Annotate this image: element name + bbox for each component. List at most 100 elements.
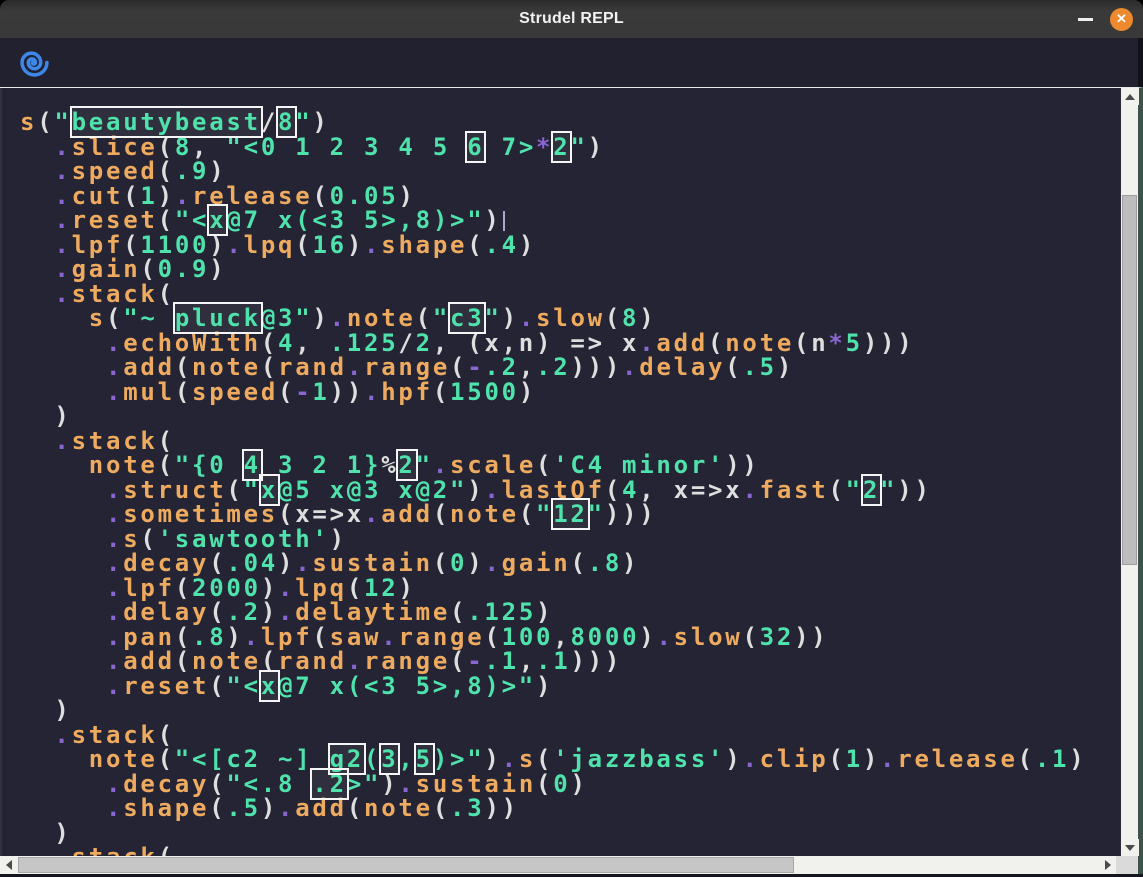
code-token: ( [433,794,450,822]
code-token: " [588,500,605,528]
code-token: ) [519,231,536,259]
code-token: ( [261,647,278,675]
code-token: )) [794,623,828,651]
active-token-highlight: x [261,672,278,700]
minimize-button[interactable] [1078,18,1093,21]
code-line: .reset("<x@7 x(<3 5>,8)>") [20,208,1120,233]
code-token: @7 x(<3 5>,8)>" [278,672,536,700]
code-token: ( [433,500,450,528]
code-token: ( [828,476,845,504]
scroll-down-button[interactable] [1121,839,1139,856]
horizontal-scrollbar-track[interactable] [17,856,1099,874]
code-token: 1500 [450,378,519,406]
scroll-up-button[interactable] [1121,88,1139,105]
code-token: n [811,329,828,357]
code-token: .8 [588,549,622,577]
code-token: gain [502,549,571,577]
code-token: ( [295,231,312,259]
code-token: lpq [244,231,296,259]
close-button[interactable]: ✕ [1110,8,1133,31]
code-token: ( [175,378,192,406]
code-line: .pan(.8).lpf(saw.range(100,8000).slow(32… [20,625,1120,650]
strudel-spiral-logo-icon[interactable] [20,48,49,77]
code-token: .5 [742,353,776,381]
code-line: .stack( [20,429,1120,454]
code-token: " [536,500,553,528]
code-token: * [828,329,845,357]
code-line: .shape(.5).add(note(.3)) [20,796,1120,821]
code-line: .struct("x@5 x@3 x@2").lastOf(4, x=>x.fa… [20,478,1120,503]
vertical-scrollbar[interactable] [1120,88,1138,856]
code-token: ) [639,623,656,651]
active-token-highlight: 2 [863,476,880,504]
code-token: slow [674,623,743,651]
code-token: ))) [570,647,622,675]
code-line: .add(note(rand.range(-.1,.1))) [20,649,1120,674]
code-line: .lpf(2000).lpq(12) [20,576,1120,601]
code-token: ( [278,378,295,406]
horizontal-scrollbar-thumb[interactable] [18,857,794,873]
code-token: note [450,500,519,528]
code-token: .5 [226,794,260,822]
code-line: ) [20,821,1120,846]
scroll-right-button[interactable] [1099,856,1116,874]
code-token: ) [261,794,278,822]
code-editor[interactable]: s("beautybeast/8") .slice(8, "<0 1 2 3 4… [0,88,1120,856]
code-token: . [484,549,501,577]
code-token: ( [158,843,175,856]
code-line: .decay("<.8 .2>").sustain(0) [20,772,1120,797]
code-token: ))) [570,353,622,381]
code-token: .4 [484,231,518,259]
code-token: note [364,794,433,822]
code-token: ) [588,133,605,161]
code-token: mul [123,378,175,406]
code-token: ( [742,623,759,651]
code-token: . [742,476,759,504]
code-token: - [295,378,312,406]
code-token: . [106,672,123,700]
code-token: " [846,476,863,504]
code-token: ) [570,770,587,798]
down-arrow-icon [1125,845,1135,851]
code-token: 32 [760,623,794,651]
code-line: .s('sawtooth') [20,527,1120,552]
code-token: ))) [605,500,657,528]
code-token: " [880,476,897,504]
horizontal-scrollbar[interactable] [0,856,1143,874]
code-token: ( [536,770,553,798]
code-token: . [226,231,243,259]
scroll-left-button[interactable] [0,856,17,874]
left-arrow-icon [6,860,12,870]
code-token: . [880,745,897,773]
window-title: Strudel REPL [0,0,1143,38]
code-line: .lpf(1100).lpq(16).shape(.4) [20,233,1120,258]
code-line: .mul(speed(-1)).hpf(1500) [20,380,1120,405]
code-line: .stack( [20,282,1120,307]
code-token: )) [330,378,364,406]
code-line: s("~ pluck@3").note("c3").slow(8) [20,306,1120,331]
code-line: .add(note(rand.range(-.2,.2))).delay(.5) [20,355,1120,380]
code-token: shape [123,794,209,822]
code-token: ) [536,672,553,700]
code-line: .slice(8, "<0 1 2 3 4 5 6 7>*2") [20,135,1120,160]
code-token: )) [484,794,518,822]
code-token: delay [639,353,725,381]
code-line: ) [20,698,1120,723]
code-line: .speed(.9) [20,159,1120,184]
vertical-scrollbar-thumb[interactable] [1122,195,1137,565]
scrollbar-corner [1116,856,1138,874]
code-token: . [106,378,123,406]
code-token: ( [209,794,226,822]
code-line: .stack( [20,723,1120,748]
active-token-highlight: 12 [553,500,587,528]
code-token: shape [381,231,467,259]
code-token: ) [622,549,639,577]
code-token: ) [467,549,484,577]
active-token-highlight: 2 [553,133,570,161]
code-token: "<0 1 2 3 4 5 [226,133,467,161]
code-token: ( [570,549,587,577]
code-token: .3 [450,794,484,822]
code-token [20,843,54,856]
code-token: 0 [553,770,570,798]
titlebar[interactable]: Strudel REPL ✕ [0,0,1143,38]
